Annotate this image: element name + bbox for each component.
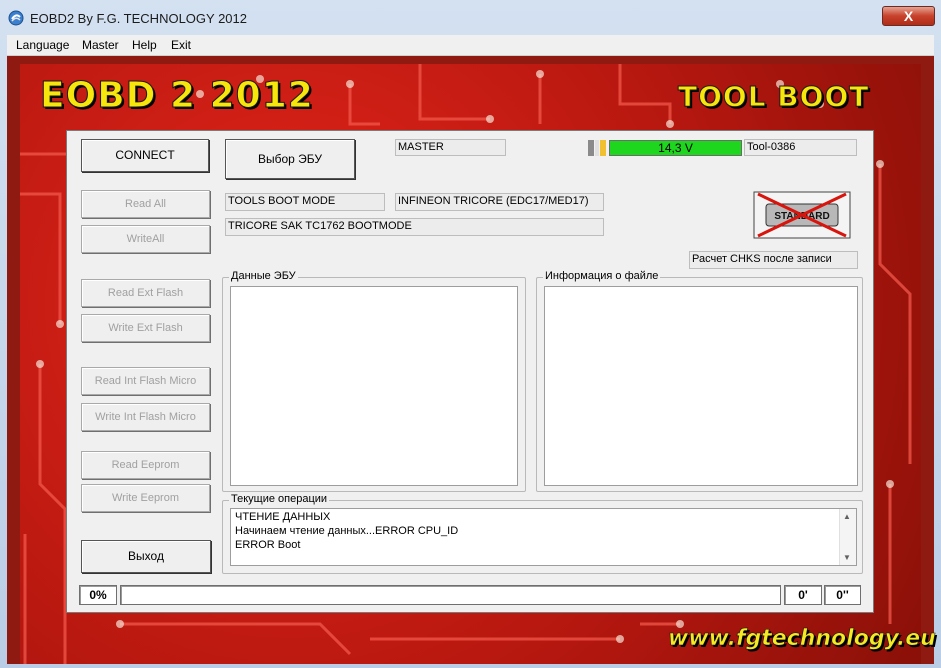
scroll-up-icon[interactable]: ▲: [843, 512, 851, 521]
menu-exit[interactable]: Exit: [171, 38, 191, 52]
ecu-data-list[interactable]: [230, 286, 518, 486]
current-ops-title: Текущие операции: [229, 493, 330, 505]
write-ext-flash-button[interactable]: Write Ext Flash: [81, 314, 210, 342]
log-scrollbar[interactable]: ▲ ▼: [839, 509, 856, 565]
read-int-flash-micro-button[interactable]: Read Int Flash Micro: [81, 367, 210, 395]
progress-percent: 0%: [79, 585, 117, 605]
write-all-button[interactable]: WriteAll: [81, 225, 210, 253]
scroll-down-icon[interactable]: ▼: [843, 553, 851, 562]
log-line: ERROR Boot: [235, 539, 301, 551]
menu-bar: Language Master Help Exit: [7, 35, 934, 56]
mode-field: MASTER: [395, 139, 506, 156]
close-button[interactable]: X: [882, 6, 935, 26]
elapsed-minutes: 0': [784, 585, 822, 605]
read-ext-flash-button[interactable]: Read Ext Flash: [81, 279, 210, 307]
boot-mode-field: TOOLS BOOT MODE: [225, 193, 385, 211]
window-title: EOBD2 By F.G. TECHNOLOGY 2012: [30, 11, 247, 26]
processor-field: INFINEON TRICORE (EDC17/MED17): [395, 193, 604, 211]
file-info-list[interactable]: [544, 286, 858, 486]
file-info-title: Информация о файле: [543, 270, 661, 282]
title-bar[interactable]: EOBD2 By F.G. TECHNOLOGY 2012 X: [0, 0, 941, 34]
logo-eobd: EOBD 2 2012: [40, 75, 314, 117]
ecu-data-title: Данные ЭБУ: [229, 270, 298, 282]
read-all-button[interactable]: Read All: [81, 190, 210, 218]
exit-button[interactable]: Выход: [81, 540, 211, 573]
voltage-indicator: 14,3 V: [609, 140, 742, 156]
menu-master[interactable]: Master: [82, 38, 119, 52]
tool-id-field: Tool-0386: [744, 139, 857, 156]
log-line: ЧТЕНИЕ ДАННЫХ: [235, 511, 331, 523]
standard-crossed-icon[interactable]: STANDARD: [752, 190, 852, 240]
elapsed-seconds: 0'': [824, 585, 861, 605]
website-link[interactable]: www.fgtechnology.eu: [668, 626, 936, 652]
menu-help[interactable]: Help: [132, 38, 157, 52]
select-ecu-button[interactable]: Выбор ЭБУ: [225, 139, 355, 179]
bootmode-detail-field: TRICORE SAK TC1762 BOOTMODE: [225, 218, 604, 236]
write-eeprom-button[interactable]: Write Eeprom: [81, 484, 210, 512]
app-icon: [8, 10, 24, 26]
voltage-gauge-icon: [588, 140, 606, 156]
log-line: Начинаем чтение данных...ERROR CPU_ID: [235, 525, 459, 537]
read-eeprom-button[interactable]: Read Eeprom: [81, 451, 210, 479]
operations-log[interactable]: ЧТЕНИЕ ДАННЫХ Начинаем чтение данных...E…: [230, 508, 857, 566]
chks-field[interactable]: Расчет CHKS после записи: [689, 251, 858, 269]
menu-language[interactable]: Language: [16, 38, 69, 52]
progress-bar: [120, 585, 781, 605]
logo-tool-boot: TOOL BOOT: [677, 80, 870, 114]
application-window: EOBD2 By F.G. TECHNOLOGY 2012 X Language…: [0, 0, 941, 668]
write-int-flash-micro-button[interactable]: Write Int Flash Micro: [81, 403, 210, 431]
connect-button[interactable]: CONNECT: [81, 139, 209, 172]
